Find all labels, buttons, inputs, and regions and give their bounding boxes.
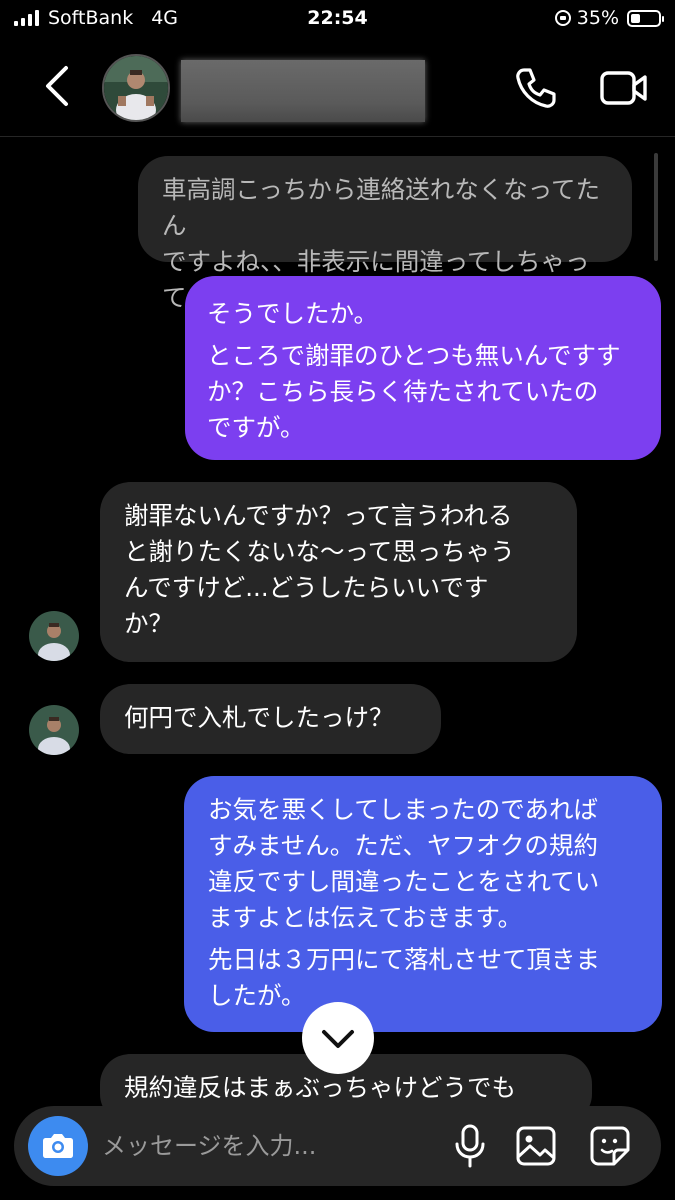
call-button[interactable]: [512, 64, 560, 112]
sender-avatar[interactable]: [29, 611, 79, 661]
sender-avatar[interactable]: [29, 705, 79, 755]
message-composer: メッセージを入力...: [14, 1106, 661, 1186]
sticker-icon: [590, 1126, 630, 1166]
contact-avatar[interactable]: [102, 54, 170, 122]
camera-button[interactable]: [28, 1116, 88, 1176]
video-call-button[interactable]: [598, 64, 650, 112]
camera-icon: [43, 1134, 73, 1158]
chat-header: [0, 40, 675, 137]
message-bubble-received[interactable]: 車高調こっちから連絡送れなくなってたん ですよね、、非表示に間違ってしちゃって: [138, 156, 632, 312]
battery-icon: [627, 9, 664, 27]
message-text: 何円で入札でしたっけ？: [124, 703, 394, 732]
message-text: 先日は３万円にて落札させて頂きま したが。: [208, 945, 600, 1010]
status-bar: SoftBank 4G 22:54 35%: [0, 0, 675, 40]
chevron-down-icon: [322, 1030, 354, 1048]
message-text: お気を悪くしてしまったのであれば すみません。ただ、ヤフオクの規約 違反ですし間…: [208, 795, 600, 932]
sticker-button[interactable]: [588, 1124, 632, 1168]
profile-photo: [104, 56, 168, 120]
profile-photo: [29, 611, 79, 661]
chevron-left-icon: [46, 66, 68, 106]
message-bubble-received[interactable]: 謝罪ないんですか？って言うわれる と謝りたくないな〜って思っちゃう んですけど.…: [100, 482, 577, 662]
message-text: そうでしたか。: [207, 299, 379, 328]
message-text: 規約違反はまぁぶっちゃけどうでも: [124, 1073, 516, 1102]
microphone-icon: [455, 1124, 485, 1168]
message-bubble-sent[interactable]: そうでしたか。 ところで謝罪のひとつも無いんですす か？こちら長らく待たされてい…: [185, 276, 661, 460]
message-bubble-received[interactable]: 何円で入札でしたっけ？: [100, 684, 441, 754]
scrollbar[interactable]: [654, 153, 658, 261]
message-input[interactable]: メッセージを入力...: [102, 1126, 316, 1161]
battery-percentage: 35%: [576, 7, 619, 29]
message-bubble-sent[interactable]: お気を悪くしてしまったのであれば すみません。ただ、ヤフオクの規約 違反ですし間…: [184, 776, 662, 1032]
message-text: 謝罪ないんですか？って言うわれる と謝りたくないな〜って思っちゃう んですけど.…: [124, 501, 515, 638]
voice-message-button[interactable]: [450, 1122, 490, 1170]
message-text: ところで謝罪のひとつも無いんですす か？こちら長らく待たされていたの ですが。: [207, 341, 621, 442]
rotation-lock-icon: [554, 10, 571, 26]
scroll-to-bottom-button[interactable]: [302, 1002, 374, 1074]
back-button[interactable]: [38, 62, 78, 110]
profile-photo: [29, 705, 79, 755]
gallery-button[interactable]: [514, 1124, 558, 1168]
contact-name-redacted[interactable]: [181, 60, 425, 122]
image-icon: [516, 1126, 556, 1166]
video-camera-icon: [600, 71, 647, 105]
phone-icon: [516, 68, 556, 108]
